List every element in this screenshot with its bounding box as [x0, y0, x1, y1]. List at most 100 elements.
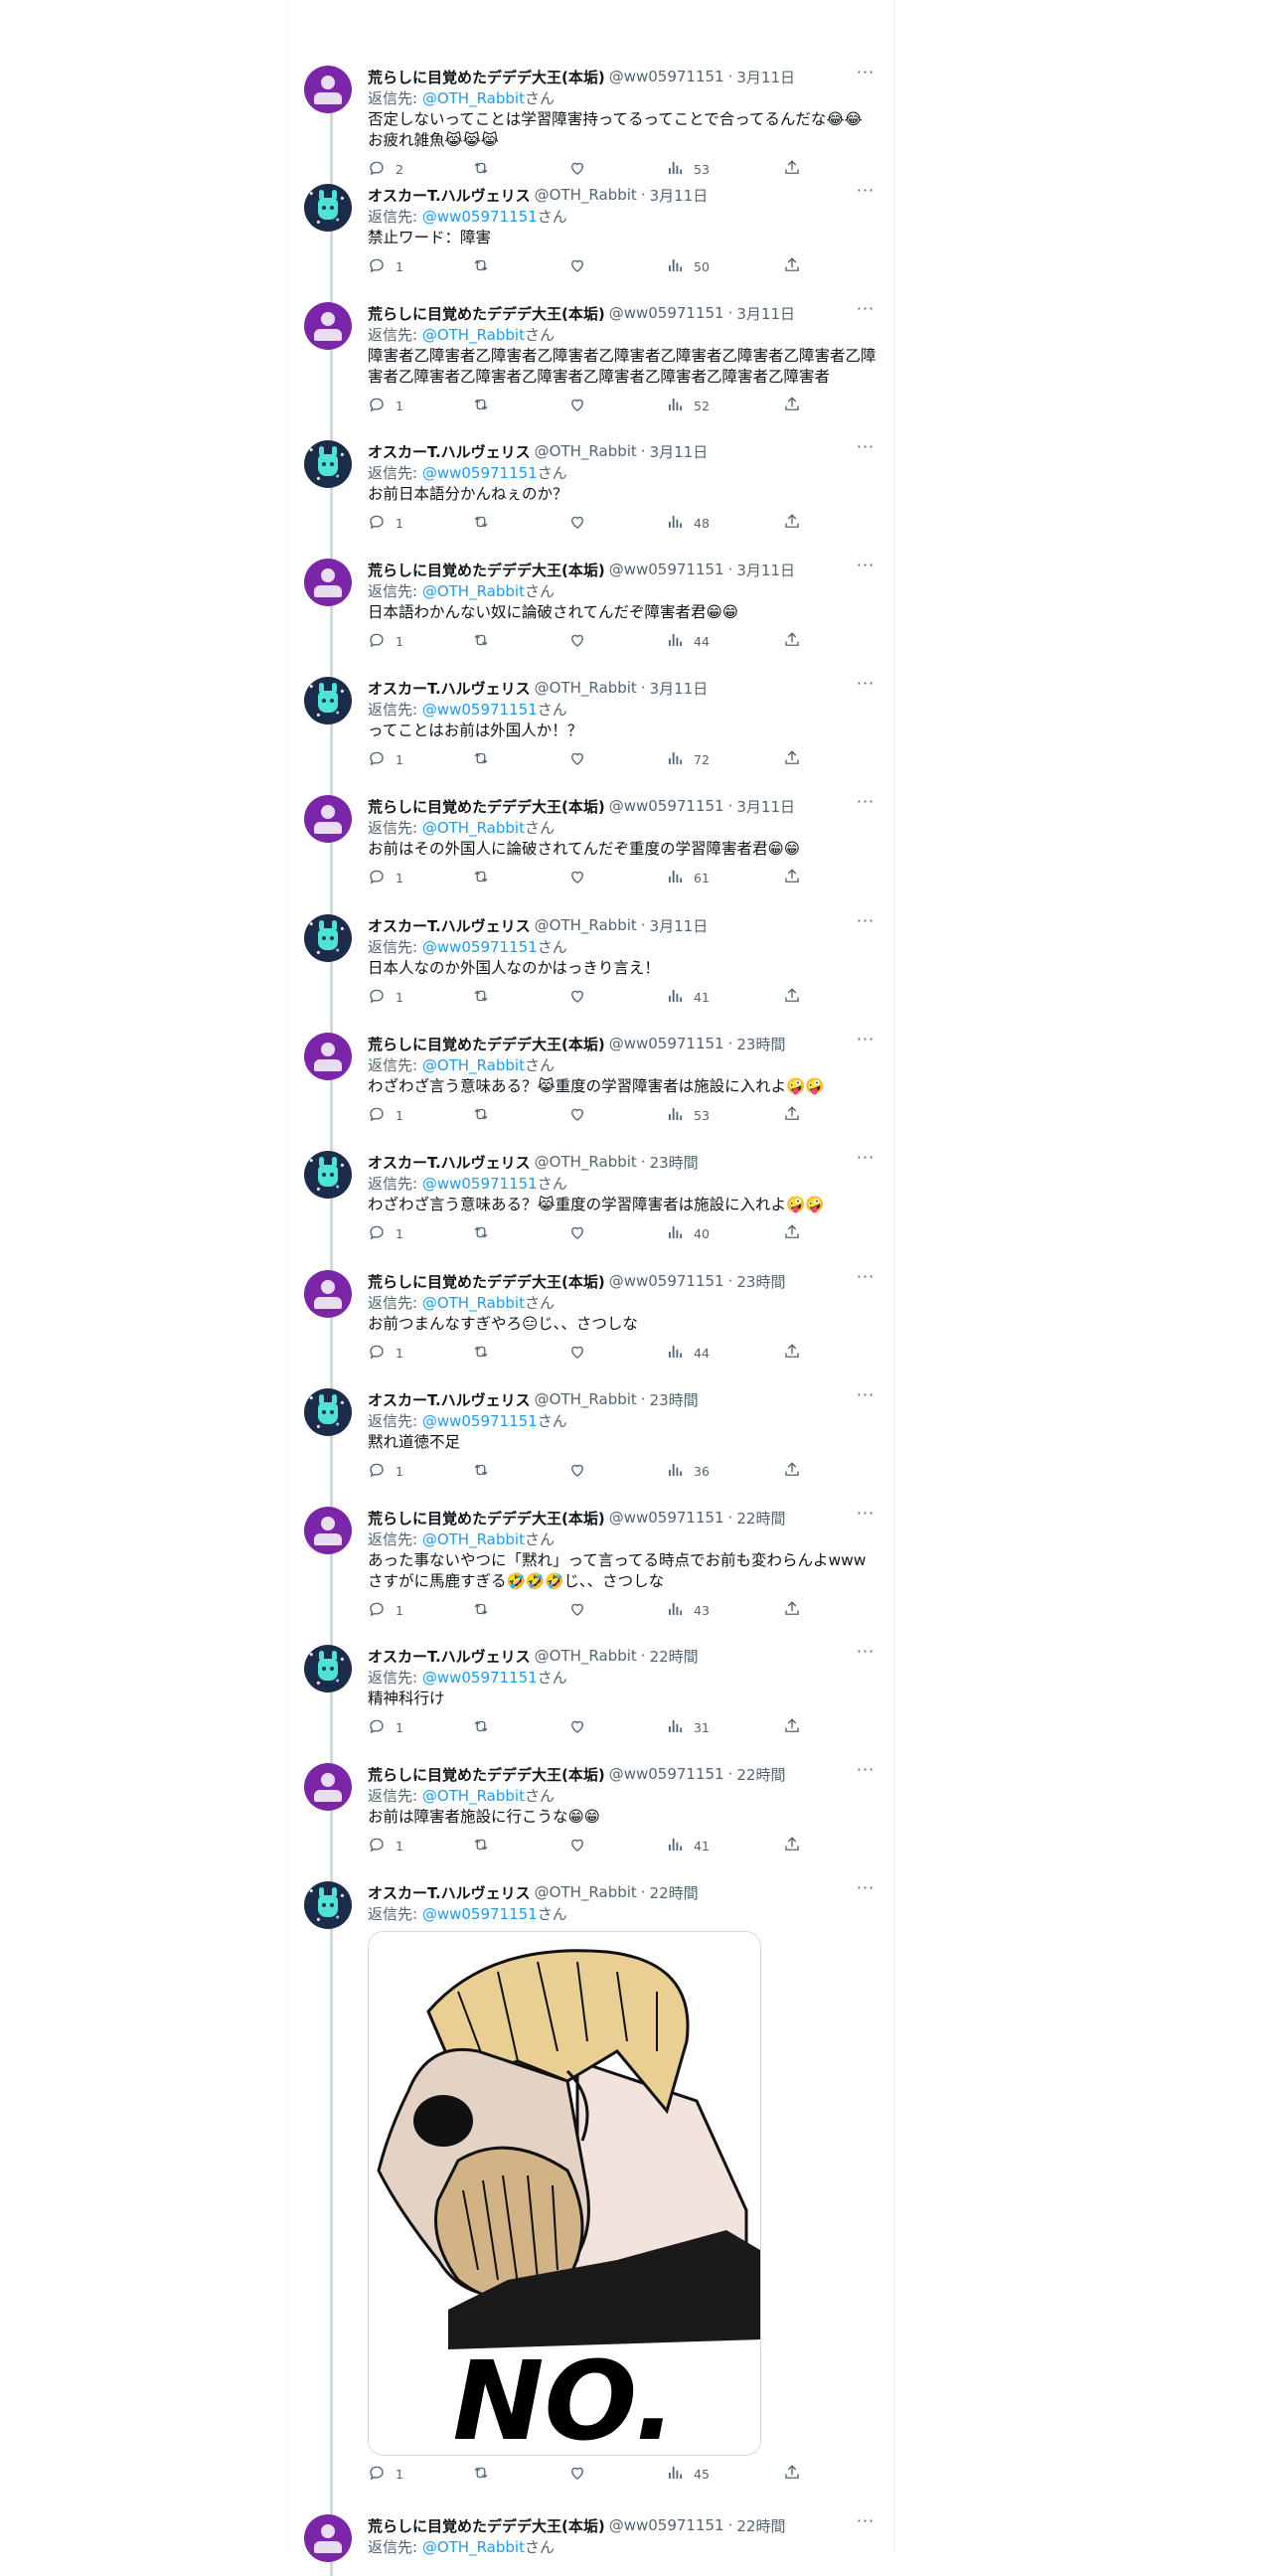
tweet-time[interactable]: 3月11日 — [736, 560, 795, 580]
more-options-icon[interactable]: ··· — [855, 1644, 877, 1665]
author-name[interactable]: オスカーT.ハルヴェリス — [368, 678, 531, 699]
tweet-time[interactable]: 3月11日 — [736, 303, 795, 324]
like-button[interactable] — [568, 1461, 586, 1481]
author-name[interactable]: 荒らしに目覚めたデデデ大王(本垢) — [368, 1764, 605, 1785]
retweet-button[interactable] — [472, 1343, 490, 1363]
reply-button[interactable]: 1 — [368, 1105, 403, 1125]
views-button[interactable]: 31 — [666, 1717, 710, 1737]
tweet[interactable]: 荒らしに目覚めたデデデ大王(本垢) @ww05971151 · 3月11日 ··… — [288, 794, 891, 887]
reply-button[interactable]: 1 — [368, 1717, 403, 1737]
reply-button[interactable]: 1 — [368, 1836, 403, 1855]
more-options-icon[interactable]: ··· — [855, 558, 877, 578]
tweet[interactable]: オスカーT.ハルヴェリス @OTH_Rabbit · 3月11日 ··· 返信先… — [288, 913, 891, 1007]
author-handle[interactable]: @ww05971151 — [609, 1035, 724, 1052]
share-button[interactable] — [783, 1461, 801, 1481]
tweet[interactable]: 荒らしに目覚めたデデデ大王(本垢) @ww05971151 · 3月11日 ··… — [288, 65, 891, 179]
rabbit-avatar[interactable] — [304, 184, 352, 232]
more-options-icon[interactable]: ··· — [855, 794, 877, 815]
retweet-button[interactable] — [472, 1105, 490, 1125]
reply-button[interactable]: 1 — [368, 1343, 403, 1363]
author-handle[interactable]: @ww05971151 — [609, 304, 724, 322]
tweet[interactable]: 荒らしに目覚めたデデデ大王(本垢) @ww05971151 · 3月11日 ··… — [288, 558, 891, 651]
default-avatar[interactable] — [304, 2514, 352, 2562]
author-handle[interactable]: @OTH_Rabbit — [535, 1647, 637, 1665]
reply-button[interactable]: 1 — [368, 1600, 403, 1620]
retweet-button[interactable] — [472, 749, 490, 769]
like-button[interactable] — [568, 513, 586, 533]
tweet-time[interactable]: 3月11日 — [736, 67, 795, 87]
tweet[interactable]: 荒らしに目覚めたデデデ大王(本垢) @ww05971151 · 3月11日 ··… — [288, 301, 891, 415]
share-button[interactable] — [783, 396, 801, 415]
reply-mention-link[interactable]: @OTH_Rabbit — [422, 89, 525, 107]
share-button[interactable] — [783, 1717, 801, 1737]
author-handle[interactable]: @ww05971151 — [609, 797, 724, 815]
more-options-icon[interactable]: ··· — [855, 301, 877, 322]
retweet-button[interactable] — [472, 513, 490, 533]
author-name[interactable]: 荒らしに目覚めたデデデ大王(本垢) — [368, 796, 605, 817]
like-button[interactable] — [568, 2464, 586, 2484]
like-button[interactable] — [568, 159, 586, 179]
author-handle[interactable]: @OTH_Rabbit — [535, 442, 637, 460]
views-button[interactable]: 53 — [666, 159, 710, 179]
default-avatar[interactable] — [304, 1270, 352, 1318]
author-name[interactable]: オスカーT.ハルヴェリス — [368, 1646, 531, 1667]
like-button[interactable] — [568, 631, 586, 651]
share-button[interactable] — [783, 987, 801, 1007]
more-options-icon[interactable]: ··· — [855, 1387, 877, 1408]
author-handle[interactable]: @OTH_Rabbit — [535, 1390, 637, 1408]
author-handle[interactable]: @ww05971151 — [609, 68, 724, 85]
like-button[interactable] — [568, 256, 586, 276]
rabbit-avatar[interactable] — [304, 1881, 352, 1929]
share-button[interactable] — [783, 1343, 801, 1363]
share-button[interactable] — [783, 1600, 801, 1620]
tweet[interactable]: オスカーT.ハルヴェリス @OTH_Rabbit · 3月11日 ··· 返信先… — [288, 439, 891, 533]
views-button[interactable]: 44 — [666, 631, 710, 651]
default-avatar[interactable] — [304, 302, 352, 350]
author-handle[interactable]: @OTH_Rabbit — [535, 916, 637, 934]
reply-button[interactable]: 1 — [368, 513, 403, 533]
views-button[interactable]: 61 — [666, 868, 710, 887]
author-name[interactable]: オスカーT.ハルヴェリス — [368, 1389, 531, 1410]
tweet[interactable]: オスカーT.ハルヴェリス @OTH_Rabbit · 23時間 ··· 返信先:… — [288, 1387, 891, 1481]
reply-mention-link[interactable]: @ww05971151 — [422, 1175, 538, 1193]
author-handle[interactable]: @OTH_Rabbit — [535, 186, 637, 204]
retweet-button[interactable] — [472, 159, 490, 179]
tweet-time[interactable]: 23時間 — [650, 1389, 699, 1410]
tweet-time[interactable]: 3月11日 — [650, 915, 709, 936]
views-button[interactable]: 45 — [666, 2464, 710, 2484]
more-options-icon[interactable]: ··· — [855, 65, 877, 85]
author-name[interactable]: 荒らしに目覚めたデデデ大王(本垢) — [368, 560, 605, 580]
share-button[interactable] — [783, 159, 801, 179]
reply-button[interactable]: 1 — [368, 749, 403, 769]
tweet-time[interactable]: 3月11日 — [650, 678, 709, 699]
reply-mention-link[interactable]: @OTH_Rabbit — [422, 326, 525, 344]
reply-button[interactable]: 1 — [368, 396, 403, 415]
tweet[interactable]: 荒らしに目覚めたデデデ大王(本垢) @ww05971151 · 23時間 ···… — [288, 1032, 891, 1125]
retweet-button[interactable] — [472, 868, 490, 887]
author-handle[interactable]: @ww05971151 — [609, 1509, 724, 1527]
share-button[interactable] — [783, 1223, 801, 1243]
retweet-button[interactable] — [472, 256, 490, 276]
views-button[interactable]: 53 — [666, 1105, 710, 1125]
reply-mention-link[interactable]: @ww05971151 — [422, 1412, 538, 1430]
share-button[interactable] — [783, 749, 801, 769]
tweet[interactable]: オスカーT.ハルヴェリス @OTH_Rabbit · 22時間 ··· 返信先:… — [288, 1644, 891, 1737]
views-button[interactable]: 52 — [666, 396, 710, 415]
reply-mention-link[interactable]: @OTH_Rabbit — [422, 1787, 525, 1805]
tweet[interactable]: オスカーT.ハルヴェリス @OTH_Rabbit · 3月11日 ··· 返信先… — [288, 676, 891, 769]
reply-mention-link[interactable]: @OTH_Rabbit — [422, 1294, 525, 1312]
author-handle[interactable]: @OTH_Rabbit — [535, 679, 637, 697]
reply-mention-link[interactable]: @OTH_Rabbit — [422, 582, 525, 600]
reply-button[interactable]: 1 — [368, 2464, 403, 2484]
reply-mention-link[interactable]: @ww05971151 — [422, 208, 538, 226]
default-avatar[interactable] — [304, 795, 352, 843]
tweet-time[interactable]: 3月11日 — [650, 185, 709, 206]
tweet-time[interactable]: 22時間 — [650, 1646, 699, 1667]
tweet-time[interactable]: 22時間 — [736, 1764, 785, 1785]
default-avatar[interactable] — [304, 1763, 352, 1811]
reply-button[interactable]: 2 — [368, 159, 403, 179]
reply-mention-link[interactable]: @OTH_Rabbit — [422, 2538, 525, 2556]
author-handle[interactable]: @OTH_Rabbit — [535, 1883, 637, 1901]
rabbit-avatar[interactable] — [304, 1388, 352, 1436]
more-options-icon[interactable]: ··· — [855, 1762, 877, 1783]
